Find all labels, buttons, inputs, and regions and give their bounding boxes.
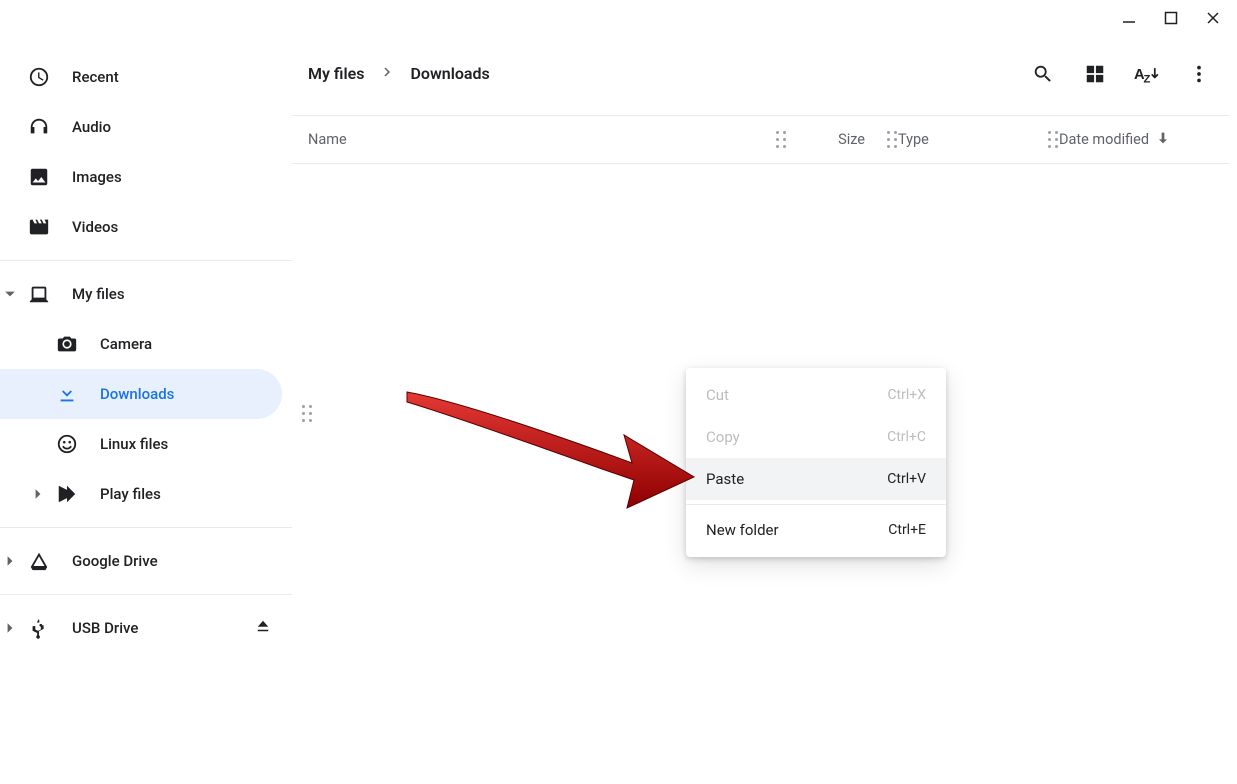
download-icon bbox=[56, 383, 78, 405]
context-menu: Cut Ctrl+X Copy Ctrl+C Paste Ctrl+V New … bbox=[686, 368, 946, 557]
window-controls bbox=[1109, 2, 1233, 34]
laptop-icon bbox=[28, 283, 50, 305]
context-menu-copy: Copy Ctrl+C bbox=[686, 416, 946, 458]
column-label: Size bbox=[838, 131, 865, 148]
menu-label: Copy bbox=[706, 428, 740, 446]
sidebar-item-downloads[interactable]: Downloads bbox=[0, 369, 282, 419]
main-header: My files Downloads AZ bbox=[292, 32, 1229, 116]
sidebar-item-images[interactable]: Images bbox=[0, 152, 292, 202]
sidebar-drive-section: Google Drive bbox=[0, 528, 292, 595]
sidebar-item-usb[interactable]: USB Drive bbox=[0, 603, 292, 653]
sidebar-quick-section: Recent Audio Images Videos bbox=[0, 52, 292, 261]
sidebar-item-label: Google Drive bbox=[72, 552, 158, 570]
sidebar-item-label: Videos bbox=[72, 218, 118, 236]
column-resize-handle[interactable] bbox=[887, 131, 898, 149]
sidebar-item-label: USB Drive bbox=[72, 619, 138, 637]
menu-shortcut: Ctrl+X bbox=[887, 387, 926, 403]
menu-label: Paste bbox=[706, 470, 744, 488]
context-menu-paste[interactable]: Paste Ctrl+V bbox=[686, 458, 946, 500]
context-menu-cut: Cut Ctrl+X bbox=[686, 374, 946, 416]
sidebar-item-label: Downloads bbox=[100, 385, 174, 403]
sidebar-item-label: Audio bbox=[72, 118, 111, 136]
sidebar-item-label: Images bbox=[72, 168, 122, 186]
headphones-icon bbox=[28, 116, 50, 138]
sidebar-item-videos[interactable]: Videos bbox=[0, 202, 292, 252]
usb-icon bbox=[28, 617, 50, 639]
drive-icon bbox=[28, 550, 50, 572]
sidebar-usb-section: USB Drive bbox=[0, 595, 292, 661]
sidebar-item-label: Camera bbox=[100, 335, 152, 353]
camera-icon bbox=[56, 333, 78, 355]
sidebar-myfiles-section: My files Camera Downloads Linux files bbox=[0, 261, 292, 528]
clock-icon bbox=[28, 66, 50, 88]
linux-icon bbox=[56, 433, 78, 455]
view-toggle-button[interactable] bbox=[1081, 60, 1109, 88]
menu-label: New folder bbox=[706, 521, 779, 539]
play-icon bbox=[56, 483, 78, 505]
sort-descending-icon bbox=[1149, 130, 1171, 150]
column-headers: Name Size Type Date modified bbox=[292, 116, 1229, 164]
chevron-right-icon bbox=[378, 63, 396, 85]
app-root: Recent Audio Images Videos bbox=[0, 0, 1237, 784]
menu-separator bbox=[686, 504, 946, 505]
picture-icon bbox=[28, 166, 50, 188]
sidebar-item-label: Play files bbox=[100, 485, 161, 503]
column-label: Name bbox=[308, 131, 347, 148]
minimize-button[interactable] bbox=[1109, 2, 1149, 34]
toolbar: AZ bbox=[1029, 60, 1213, 88]
sidebar-item-label: My files bbox=[72, 285, 125, 303]
sidebar-item-label: Recent bbox=[72, 68, 119, 86]
column-resize-handle[interactable] bbox=[1048, 131, 1059, 149]
clapper-icon bbox=[28, 216, 50, 238]
column-header-name[interactable]: Name bbox=[308, 131, 776, 148]
column-label: Type bbox=[898, 131, 929, 148]
breadcrumb-root[interactable]: My files bbox=[308, 64, 364, 83]
column-header-type[interactable]: Type bbox=[898, 131, 1048, 148]
sidebar-item-camera[interactable]: Camera bbox=[0, 319, 292, 369]
chevron-right-icon bbox=[4, 555, 22, 567]
sidebar-item-recent[interactable]: Recent bbox=[0, 52, 292, 102]
more-options-button[interactable] bbox=[1185, 60, 1213, 88]
menu-shortcut: Ctrl+C bbox=[887, 429, 926, 445]
eject-button[interactable] bbox=[254, 617, 272, 639]
maximize-button[interactable] bbox=[1151, 2, 1191, 34]
sidebar-item-audio[interactable]: Audio bbox=[0, 102, 292, 152]
chevron-right-icon bbox=[4, 622, 22, 634]
column-resize-handle[interactable] bbox=[776, 131, 787, 149]
column-label: Date modified bbox=[1059, 131, 1149, 148]
svg-text:Z: Z bbox=[1144, 73, 1151, 84]
chevron-right-icon bbox=[32, 488, 50, 500]
menu-label: Cut bbox=[706, 386, 729, 404]
breadcrumb-current[interactable]: Downloads bbox=[410, 64, 489, 83]
sidebar-item-myfiles[interactable]: My files bbox=[0, 269, 292, 319]
sidebar-item-drive[interactable]: Google Drive bbox=[0, 536, 292, 586]
menu-shortcut: Ctrl+V bbox=[887, 471, 926, 487]
column-header-date[interactable]: Date modified bbox=[1059, 130, 1229, 150]
sidebar: Recent Audio Images Videos bbox=[0, 32, 292, 784]
breadcrumb: My files Downloads bbox=[308, 63, 490, 85]
close-button[interactable] bbox=[1193, 2, 1233, 34]
column-header-size[interactable]: Size bbox=[787, 131, 887, 148]
sidebar-item-linux[interactable]: Linux files bbox=[0, 419, 292, 469]
sidebar-item-playfiles[interactable]: Play files bbox=[0, 469, 292, 519]
chevron-down-icon bbox=[4, 288, 22, 300]
menu-shortcut: Ctrl+E bbox=[888, 522, 926, 538]
sidebar-item-label: Linux files bbox=[100, 435, 168, 453]
sort-button[interactable]: AZ bbox=[1133, 60, 1161, 88]
search-button[interactable] bbox=[1029, 60, 1057, 88]
context-menu-newfolder[interactable]: New folder Ctrl+E bbox=[686, 509, 946, 551]
